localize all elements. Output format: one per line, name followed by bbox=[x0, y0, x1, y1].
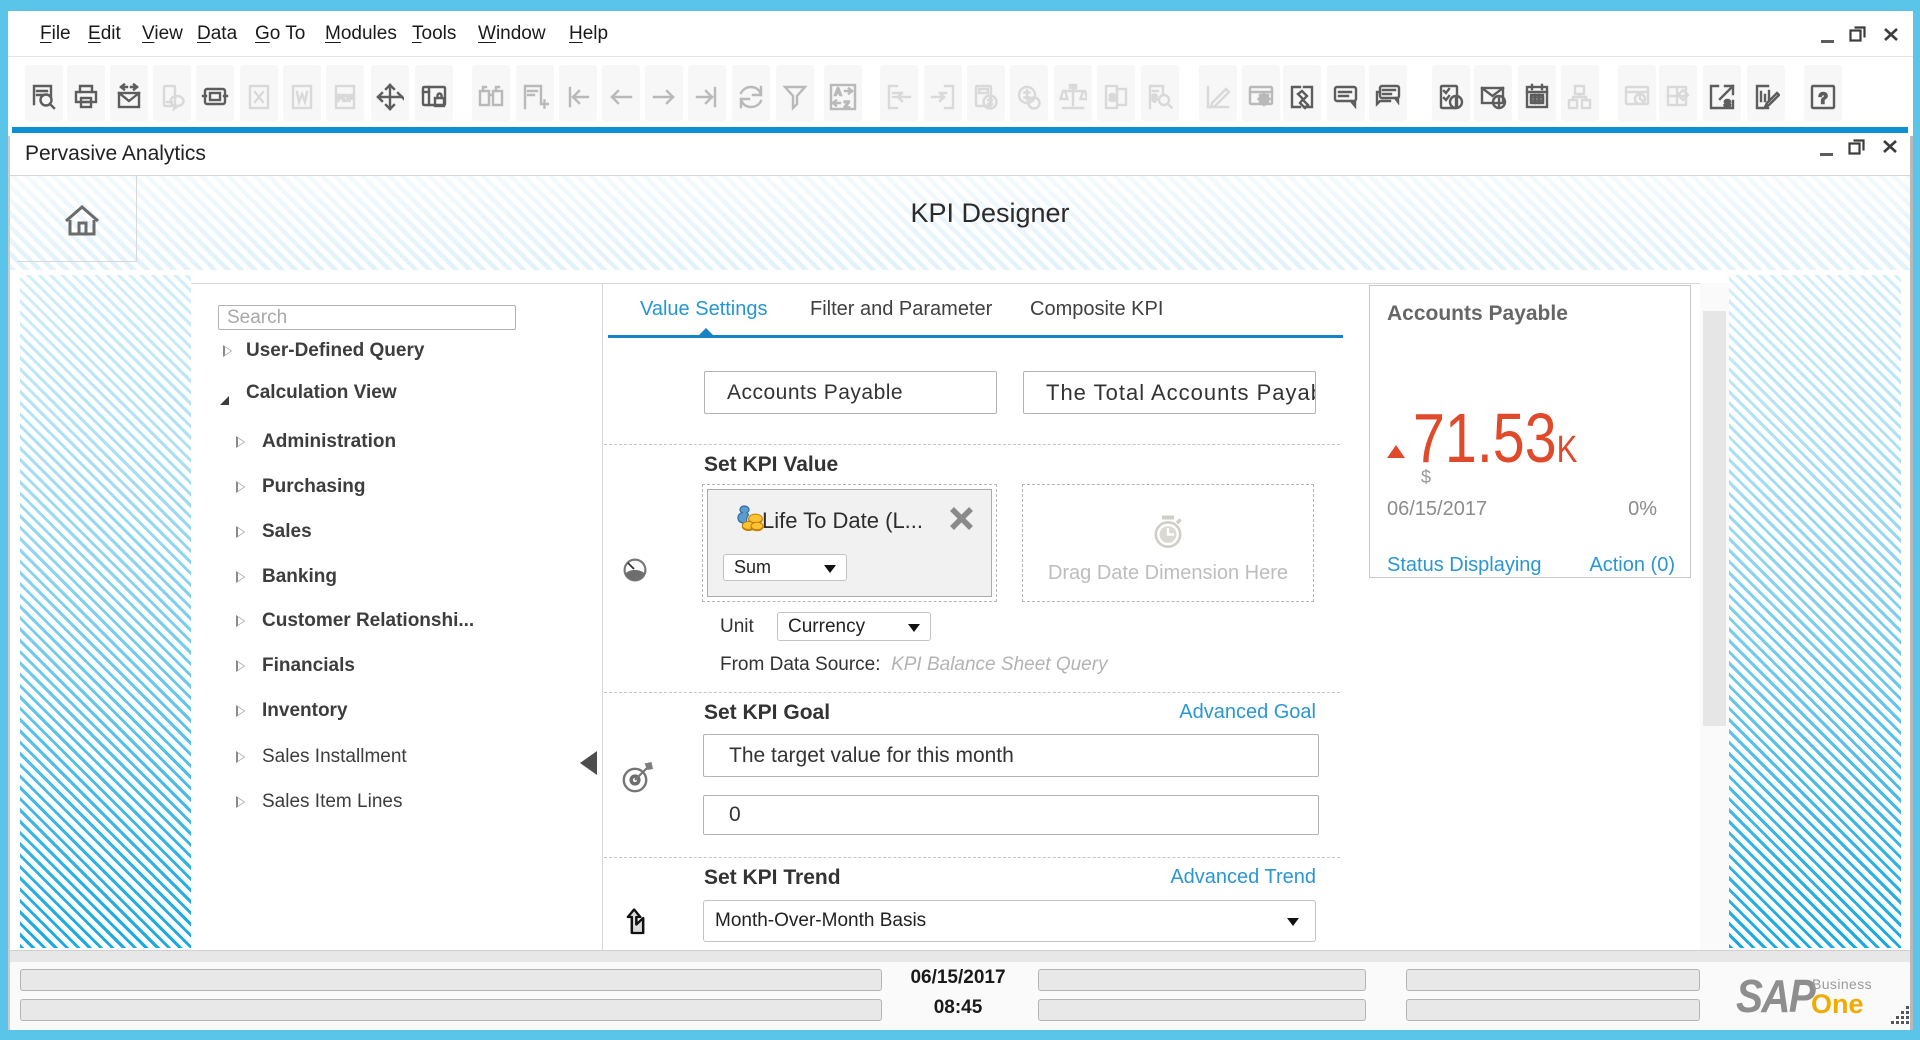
svg-text:Z: Z bbox=[844, 100, 850, 110]
svg-text:PDF: PDF bbox=[337, 94, 353, 103]
svg-text:S: S bbox=[1109, 93, 1116, 104]
svg-text:S: S bbox=[1724, 99, 1731, 110]
svg-text:?: ? bbox=[1819, 90, 1827, 107]
svg-text:$: $ bbox=[1152, 93, 1157, 103]
svg-text:A: A bbox=[835, 87, 841, 97]
